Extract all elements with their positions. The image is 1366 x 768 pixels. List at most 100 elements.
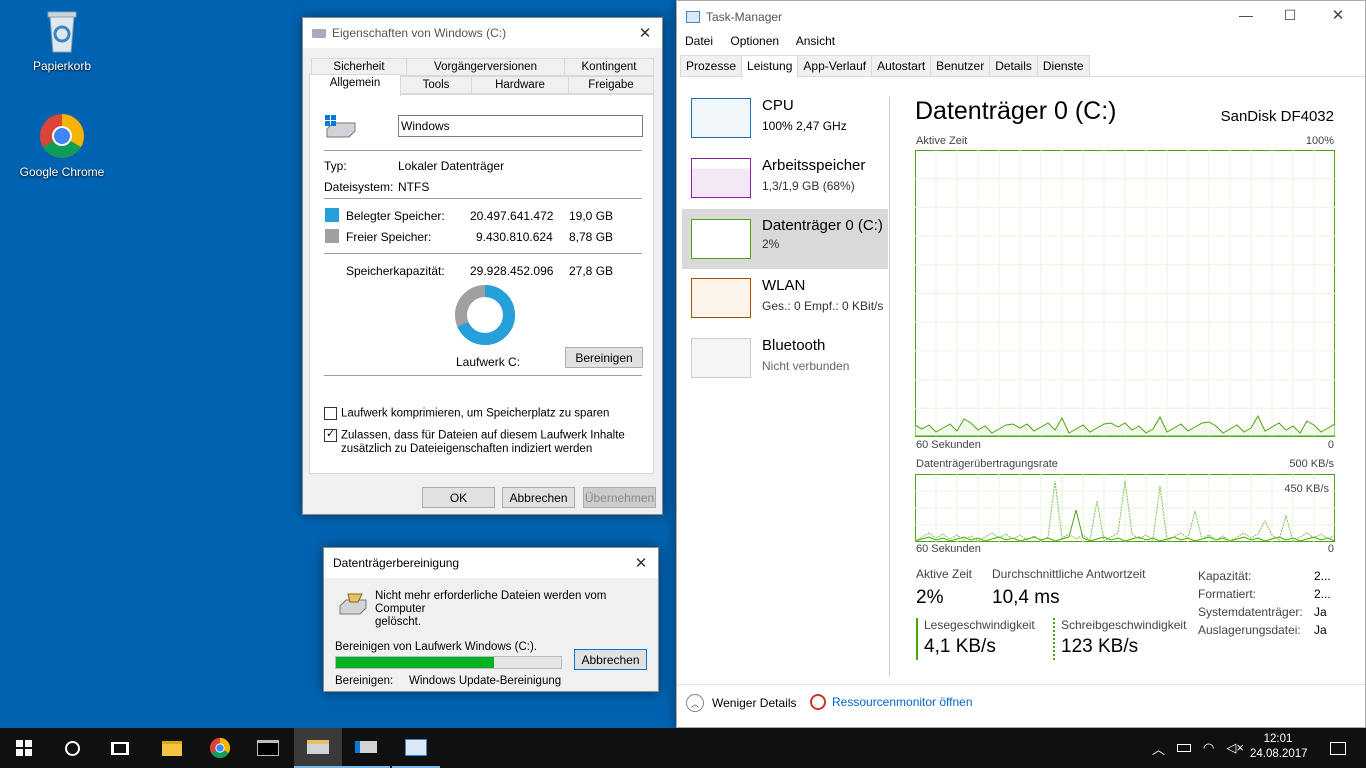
taskbar-task-manager[interactable] <box>392 728 440 768</box>
action-center-button[interactable] <box>1318 728 1358 768</box>
drive-icon <box>325 115 356 138</box>
tab-tools[interactable]: Tools <box>400 76 472 94</box>
fewer-details-button[interactable]: ︿ Weniger Details <box>686 694 796 712</box>
taskbar-drive-properties[interactable] <box>342 728 390 768</box>
index-label-2: zusätzlich zu Dateieigenschaften indizie… <box>341 442 593 455</box>
taskbar-explorer[interactable] <box>148 728 196 768</box>
sidebar-item-name: Datenträger 0 (C:) <box>762 217 883 234</box>
menu-datei[interactable]: Datei <box>685 34 713 48</box>
task-manager-window: Task-Manager — ☐ ✕ Datei Optionen Ansich… <box>676 0 1366 728</box>
index-checkbox[interactable]: ✓ <box>324 428 337 442</box>
taskbar-chrome[interactable] <box>196 728 244 768</box>
free-label: Freier Speicher: <box>346 230 432 244</box>
menu-ansicht[interactable]: Ansicht <box>796 34 835 48</box>
read-speed-block: Lesegeschwindigkeit 4,1 KB/s <box>916 618 1035 660</box>
tab-dienste[interactable]: Dienste <box>1036 55 1090 76</box>
tab-details[interactable]: Details <box>989 55 1038 76</box>
clock-time: 12:01 <box>1263 733 1293 745</box>
sidebar-item-sub: Nicht verbunden <box>762 359 850 373</box>
cleanup-button[interactable]: Bereinigen <box>565 347 643 368</box>
chevron-up-icon: ︿ <box>686 694 704 712</box>
sidebar-item-cpu[interactable]: CPU 100% 2,47 GHz <box>682 91 888 149</box>
tab-hardware[interactable]: Hardware <box>471 76 569 94</box>
info-key: Auslagerungsdatei: <box>1198 623 1301 637</box>
windows-logo-icon <box>16 740 32 756</box>
minimize-button[interactable]: — <box>1229 7 1263 23</box>
search-button[interactable] <box>48 728 96 768</box>
used-gb: 19,0 GB <box>569 209 614 223</box>
tab-leistung[interactable]: Leistung <box>741 55 799 78</box>
close-button[interactable]: ✕ <box>624 548 658 578</box>
drive-name-input[interactable] <box>398 115 643 137</box>
taskbar-cmd[interactable] <box>244 728 292 768</box>
sidebar-item-name: WLAN <box>762 277 806 294</box>
tab-vorgaengerversionen[interactable]: Vorgängerversionen <box>406 58 565 76</box>
divider <box>324 150 642 151</box>
tab-autostart[interactable]: Autostart <box>871 55 932 76</box>
close-button[interactable]: ✕ <box>1321 6 1355 24</box>
taskmgr-title: Task-Manager <box>706 9 783 24</box>
taskbar-cleanup[interactable] <box>294 728 342 768</box>
cleanup-message: Nicht mehr erforderliche Dateien werden … <box>375 590 658 629</box>
properties-titlebar[interactable]: Eigenschaften von Windows (C:) <box>303 18 662 48</box>
write-speed-label: Schreibgeschwindigkeit <box>1061 618 1187 632</box>
tab-prozesse[interactable]: Prozesse <box>680 55 743 76</box>
progress-label: Bereinigen von Laufwerk Windows (C:). <box>335 641 537 653</box>
cleanup-cancel-button[interactable]: Abbrechen <box>574 649 647 670</box>
sidebar-item-memory[interactable]: Arbeitsspeicher 1,3/1,9 GB (68%) <box>682 151 888 209</box>
perf-sidebar: CPU 100% 2,47 GHz Arbeitsspeicher 1,3/1,… <box>682 91 888 681</box>
wifi-icon[interactable]: ◠ <box>1203 740 1214 756</box>
type-label: Typ: <box>324 159 347 173</box>
apply-button[interactable]: Übernehmen <box>583 487 656 508</box>
graph1-max: 100% <box>1305 135 1334 147</box>
cortana-circle-icon <box>64 740 80 756</box>
sidebar-divider <box>889 97 890 677</box>
graph2-label: Datenträgerübertragungsrate <box>916 458 1058 470</box>
wlan-thumbnail <box>691 278 751 318</box>
sidebar-item-disk[interactable]: Datenträger 0 (C:) 2% <box>682 209 888 269</box>
sidebar-item-sub: 2% <box>762 237 780 251</box>
sidebar-item-sub: 100% 2,47 GHz <box>762 119 847 133</box>
tab-benutzer[interactable]: Benutzer <box>930 55 991 76</box>
start-button[interactable] <box>0 728 48 768</box>
free-swatch <box>325 229 339 243</box>
battery-icon[interactable] <box>1177 744 1192 752</box>
used-bytes: 20.497.641.472 <box>470 209 554 223</box>
volume-muted-icon[interactable]: ◁× <box>1226 740 1244 756</box>
chevron-up-icon[interactable]: ︿ <box>1152 739 1165 758</box>
desktop-icon-chrome[interactable]: Google Chrome <box>17 112 107 179</box>
tab-app-verlauf[interactable]: App-Verlauf <box>797 55 873 76</box>
capacity-gb: 27,8 GB <box>569 264 614 278</box>
sidebar-item-wlan[interactable]: WLAN Ges.: 0 Empf.: 0 KBit/s <box>682 271 888 329</box>
tab-kontingent[interactable]: Kontingent <box>564 58 654 76</box>
ok-button[interactable]: OK <box>422 487 495 508</box>
folder-icon <box>162 740 182 756</box>
divider <box>324 198 642 199</box>
graph2-min: 0 <box>1327 543 1334 555</box>
sidebar-item-sub: Ges.: 0 Empf.: 0 KBit/s <box>762 299 884 313</box>
desktop-icon-recycle-bin[interactable]: Papierkorb <box>17 8 107 73</box>
sidebar-item-bluetooth[interactable]: Bluetooth Nicht verbunden <box>682 331 888 389</box>
task-view-button[interactable] <box>96 728 144 768</box>
graph2-time: 60 Sekunden <box>916 543 981 555</box>
index-option[interactable]: ✓ Zulassen, dass für Dateien auf diesem L… <box>324 428 625 456</box>
compress-checkbox[interactable] <box>324 407 337 420</box>
cleanup-titlebar[interactable]: Datenträgerbereinigung <box>324 548 658 578</box>
clock[interactable]: 12:01 24.08.2017 <box>1250 732 1308 762</box>
cancel-button[interactable]: Abbrechen <box>502 487 575 508</box>
compress-option[interactable]: Laufwerk komprimieren, um Speicherplatz … <box>324 407 609 420</box>
compress-label: Laufwerk komprimieren, um Speicherplatz … <box>341 407 610 420</box>
desktop-icon-label: Google Chrome <box>19 165 105 179</box>
tab-allgemein[interactable]: Allgemein <box>309 74 401 96</box>
resmon-link[interactable]: Ressourcenmonitor öffnen <box>810 694 973 710</box>
info-row: Auslagerungsdatei: Ja <box>1198 621 1338 639</box>
bluetooth-thumbnail <box>691 338 751 378</box>
maximize-button[interactable]: ☐ <box>1273 7 1307 24</box>
minimize-icon: — <box>1239 7 1253 23</box>
tab-freigabe[interactable]: Freigabe <box>568 76 654 94</box>
close-button[interactable]: ✕ <box>628 18 662 48</box>
properties-title: Eigenschaften von Windows (C:) <box>332 26 507 40</box>
tab-bar: Prozesse Leistung App-Verlauf Autostart Benu… <box>680 55 1365 78</box>
resource-monitor-icon <box>810 694 826 710</box>
menu-optionen[interactable]: Optionen <box>730 34 779 48</box>
